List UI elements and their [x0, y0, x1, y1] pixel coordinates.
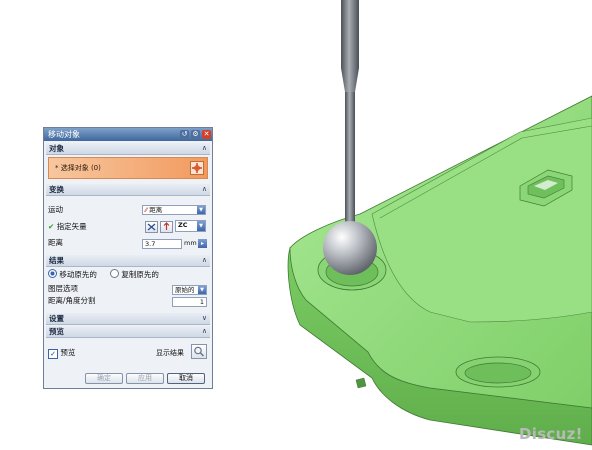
distance-options-icon[interactable]: ▸	[198, 239, 207, 248]
section-transform-header[interactable]: 变换 ∧	[46, 184, 210, 196]
apply-button[interactable]: 应用	[126, 373, 164, 384]
layer-option-value: 原始的	[175, 286, 195, 294]
vector-dialog-icon[interactable]	[145, 221, 158, 233]
chevron-down-icon: ▼	[197, 206, 205, 214]
segments-label: 距离/角度分割	[48, 296, 96, 305]
section-preview-header[interactable]: 预览 ∧	[46, 326, 210, 338]
check-icon: ✔	[48, 222, 55, 231]
distance-unit: mm	[184, 239, 197, 247]
move-object-dialog: 移动对象 ↺ ⚙ ✕ 对象 ∧ * 选择对象 (0) 变换 ∧ 运动 ⁄⁄ 距离…	[43, 127, 213, 389]
section-preview-label: 预览	[49, 327, 64, 336]
reverse-direction-icon[interactable]	[160, 221, 173, 233]
dialog-titlebar[interactable]: 移动对象 ↺ ⚙ ✕	[44, 128, 212, 141]
select-object-row[interactable]: * 选择对象 (0)	[48, 157, 208, 179]
section-result-header[interactable]: 结果 ∧	[46, 255, 210, 267]
section-settings-header[interactable]: 设置 ∨	[46, 313, 210, 325]
copy-original-label: 复制原先的	[121, 270, 159, 279]
forum-watermark: Discuz!	[519, 425, 583, 443]
ok-button[interactable]: 确定	[85, 373, 123, 384]
move-original-radio[interactable]: 移动原先的	[48, 269, 97, 281]
radio-selected-icon	[48, 269, 57, 278]
motion-dropdown[interactable]: ⁄⁄ 距离 ▼	[142, 205, 206, 215]
dialog-title: 移动对象	[48, 130, 80, 139]
segments-value: 1	[199, 298, 204, 306]
distance-value: 3.7	[145, 240, 156, 248]
section-object-header[interactable]: 对象 ∧	[46, 143, 210, 155]
distance-label: 距离	[48, 238, 63, 247]
crosshair-icon[interactable]	[190, 161, 204, 175]
settings-icon[interactable]: ⚙	[191, 130, 200, 139]
motion-label: 运动	[48, 205, 63, 214]
vector-type-dropdown[interactable]: ZC ▼	[175, 220, 206, 232]
collapse-icon: ∧	[201, 327, 207, 335]
layer-option-label: 图层选项	[48, 284, 78, 293]
layer-option-dropdown[interactable]: 原始的 ▼	[172, 285, 207, 295]
move-original-label: 移动原先的	[59, 270, 97, 279]
magnifier-icon[interactable]	[191, 344, 207, 359]
vector-row-label: ✔ 指定矢量	[48, 221, 87, 233]
reset-icon[interactable]: ↺	[180, 130, 189, 139]
preview-checkbox[interactable]: ✓ 预览	[48, 347, 75, 359]
collapse-icon: ∧	[201, 144, 207, 152]
checkbox-checked-icon: ✓	[48, 349, 58, 359]
green-part-model	[287, 95, 592, 446]
collapse-icon: ∧	[201, 256, 207, 264]
motion-value: 距离	[149, 206, 163, 214]
vector-type-value: ZC	[178, 221, 188, 229]
preview-checkbox-label: 预览	[60, 348, 76, 357]
vector-label: 指定矢量	[56, 222, 87, 231]
collapse-icon: ∧	[201, 185, 207, 193]
chevron-down-icon: ▼	[197, 221, 205, 231]
segments-input[interactable]: 1	[172, 297, 207, 307]
cancel-button[interactable]: 取消	[167, 373, 205, 384]
section-object-label: 对象	[49, 144, 64, 153]
radio-unselected-icon	[110, 269, 119, 278]
show-result-label: 显示结果	[156, 349, 184, 357]
chevron-down-icon: ▼	[198, 286, 206, 294]
select-object-label: * 选择对象 (0)	[55, 164, 101, 172]
copy-original-radio[interactable]: 复制原先的	[110, 269, 159, 281]
expand-icon: ∨	[201, 314, 207, 322]
probe	[323, 0, 377, 275]
section-transform-label: 变换	[49, 185, 64, 194]
section-result-label: 结果	[49, 256, 64, 265]
section-settings-label: 设置	[49, 314, 64, 323]
close-icon[interactable]: ✕	[202, 130, 211, 139]
distance-input[interactable]: 3.7	[142, 239, 182, 249]
